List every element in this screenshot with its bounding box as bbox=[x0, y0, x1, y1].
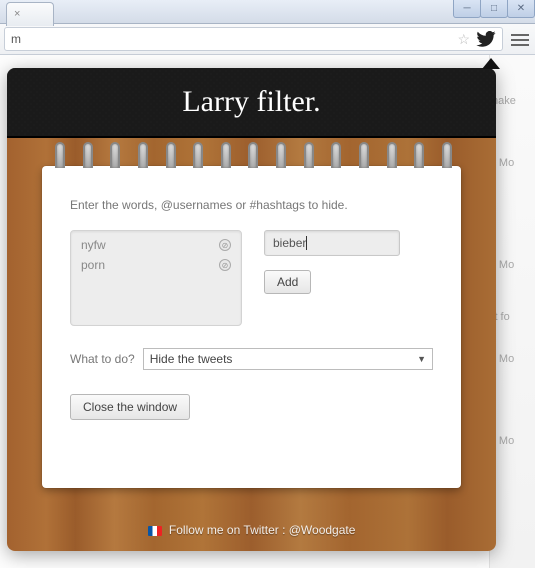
bg-text: • Mo bbox=[492, 435, 535, 447]
filter-item: porn ⊘ bbox=[71, 255, 241, 275]
france-flag-icon bbox=[148, 526, 162, 536]
window-minimize-button[interactable]: ─ bbox=[453, 0, 481, 18]
action-select[interactable]: Hide the tweets ▼ bbox=[143, 348, 433, 370]
url-text: m bbox=[11, 32, 21, 46]
address-bar: m ☆ bbox=[0, 24, 535, 55]
input-value: bieber bbox=[273, 236, 306, 250]
bg-text: • Mo bbox=[492, 157, 535, 169]
bg-text: it fo bbox=[492, 311, 535, 323]
extension-popup: Larry filter. Enter the words, @username… bbox=[7, 68, 496, 551]
bg-text: • Mo bbox=[492, 259, 535, 271]
remove-filter-icon[interactable]: ⊘ bbox=[219, 239, 231, 251]
remove-filter-icon[interactable]: ⊘ bbox=[219, 259, 231, 271]
filter-word: porn bbox=[81, 258, 105, 272]
popup-title: Larry filter. bbox=[7, 68, 496, 138]
bookmark-star-icon[interactable]: ☆ bbox=[457, 31, 470, 48]
filter-word: nyfw bbox=[81, 238, 106, 252]
close-window-button[interactable]: Close the window bbox=[70, 394, 190, 420]
browser-titlebar: × ─ □ ✕ bbox=[0, 0, 535, 24]
twitter-extension-icon[interactable] bbox=[476, 31, 496, 47]
window-close-button[interactable]: ✕ bbox=[507, 0, 535, 18]
popup-footer: Follow me on Twitter : @Woodgate bbox=[7, 523, 496, 537]
filter-item: nyfw ⊘ bbox=[71, 235, 241, 255]
tab-close-icon[interactable]: × bbox=[14, 8, 20, 20]
title-text: Larry filter. bbox=[182, 85, 320, 119]
notepad-card: Enter the words, @usernames or #hashtags… bbox=[42, 166, 461, 488]
action-label: What to do? bbox=[70, 352, 135, 366]
instruction-text: Enter the words, @usernames or #hashtags… bbox=[70, 198, 433, 212]
notepad-spirals bbox=[52, 142, 451, 172]
window-maximize-button[interactable]: □ bbox=[480, 0, 508, 18]
chevron-down-icon: ▼ bbox=[417, 354, 426, 364]
add-button[interactable]: Add bbox=[264, 270, 311, 294]
popup-pointer bbox=[482, 58, 500, 69]
footer-text: Follow me on Twitter : @Woodgate bbox=[169, 523, 356, 537]
browser-menu-icon[interactable] bbox=[511, 32, 529, 46]
url-field[interactable]: m ☆ bbox=[4, 27, 503, 51]
bg-text: nake bbox=[492, 95, 535, 107]
add-button-label: Add bbox=[277, 275, 298, 289]
filter-list: nyfw ⊘ porn ⊘ bbox=[70, 230, 242, 326]
select-value: Hide the tweets bbox=[150, 352, 233, 366]
bg-text: • Mo bbox=[492, 353, 535, 365]
close-button-label: Close the window bbox=[83, 400, 177, 414]
popup-body: Enter the words, @usernames or #hashtags… bbox=[7, 138, 496, 551]
new-filter-input[interactable]: bieber bbox=[264, 230, 400, 256]
